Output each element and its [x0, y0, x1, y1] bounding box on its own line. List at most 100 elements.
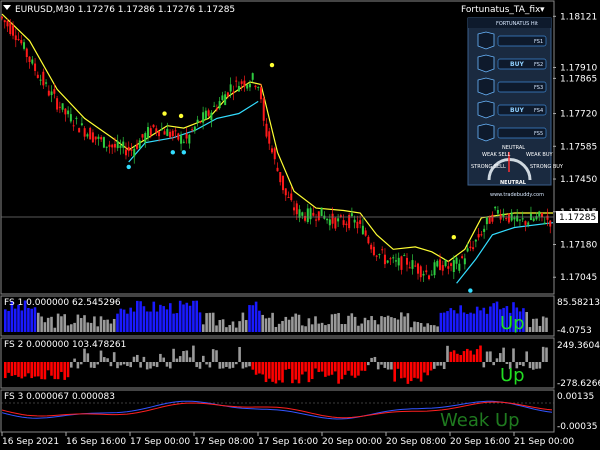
hist-bar: [122, 309, 126, 332]
dashboard-row-icon: [477, 100, 495, 119]
hist-bar: [396, 319, 400, 332]
hist-bar: [535, 318, 538, 332]
hist-bar: [86, 322, 90, 332]
hist-bar: [532, 362, 535, 370]
candle-body: [450, 263, 453, 266]
hist-bar: [13, 362, 17, 376]
hist-bar: [287, 362, 291, 369]
candle-body: [94, 136, 97, 140]
hist-bar: [76, 362, 80, 369]
candle-body: [25, 48, 28, 58]
fs1-ytick-top: 85.582136: [557, 298, 600, 308]
candle-body: [188, 134, 191, 144]
candle-body: [433, 262, 436, 276]
candle-body: [113, 143, 116, 148]
candle-body: [532, 218, 535, 221]
time-tick-label: 20 Sep 08:00: [386, 437, 446, 447]
candle-body: [138, 140, 141, 149]
hist-bar: [83, 315, 86, 332]
candle-body: [315, 219, 318, 221]
candle-body: [174, 130, 177, 132]
hist-bar: [139, 301, 142, 332]
hist-bar: [17, 362, 20, 377]
hist-bar: [149, 362, 152, 369]
hist-bar: [268, 317, 271, 332]
hist-bar: [152, 362, 156, 367]
hist-bar: [60, 362, 63, 372]
candle-body: [477, 234, 480, 238]
candle-body: [367, 236, 370, 244]
hist-bar: [485, 313, 489, 332]
hist-bar: [446, 345, 449, 362]
hist-bar: [182, 351, 185, 362]
candle-body: [45, 82, 48, 84]
candle-body: [411, 260, 414, 269]
hist-bar: [73, 322, 76, 332]
candle-body: [480, 234, 483, 236]
hist-bar: [261, 314, 264, 332]
hist-bar: [165, 362, 169, 367]
hist-bar: [416, 322, 420, 332]
candle-body: [36, 74, 39, 78]
candle-body: [226, 92, 229, 97]
hist-bar: [274, 326, 278, 332]
candle-body: [353, 219, 356, 223]
hist-bar: [172, 313, 175, 332]
candle-body: [422, 273, 425, 276]
candle-body: [295, 203, 298, 215]
hist-bar: [367, 320, 370, 332]
dashboard-row-tf: FS1: [534, 39, 543, 45]
hist-bar: [178, 300, 182, 332]
hist-bar: [367, 362, 370, 366]
hist-bar: [426, 323, 429, 332]
collapse-triangle-icon[interactable]: [3, 5, 11, 10]
settings-glyph[interactable]: ▾: [540, 5, 545, 15]
candle-body: [111, 144, 114, 148]
hist-bar: [466, 313, 469, 332]
hist-bar: [479, 345, 482, 362]
hist-bar: [538, 325, 542, 332]
hist-bar: [244, 362, 248, 368]
fs2-histogram: [4, 345, 548, 384]
signal-dot: [269, 62, 275, 68]
hist-bar: [419, 323, 423, 332]
fs3-signal: Weak Up: [440, 410, 520, 431]
candle-body: [193, 126, 196, 131]
hist-bar: [211, 312, 215, 332]
hist-bar: [363, 317, 367, 332]
dashboard-footer[interactable]: www.tradebuddy.com: [490, 192, 544, 198]
hist-bar: [347, 315, 350, 332]
hist-bar: [198, 362, 202, 369]
hist-bar: [317, 323, 321, 332]
candle-body: [6, 20, 9, 27]
hist-bar: [436, 362, 439, 366]
hist-bar: [37, 362, 40, 377]
candle-body: [439, 259, 442, 270]
chart-canvas[interactable]: EURUSD,M30 1.17276 1.17286 1.17276 1.172…: [0, 0, 600, 450]
hist-bar: [76, 314, 80, 332]
hist-bar: [390, 362, 393, 370]
hist-bar: [258, 362, 261, 374]
hist-bar: [17, 304, 20, 332]
candle-body: [9, 22, 12, 35]
candle-body: [102, 137, 105, 148]
hist-bar: [314, 362, 317, 369]
candle-body: [293, 207, 296, 211]
dashboard-panel[interactable]: FORTUNATUS Hit FS1 BUY FS2 FS3 BUY FS4 FS5 NEU…: [467, 17, 564, 198]
hist-bar: [235, 327, 238, 332]
hist-bar: [155, 311, 159, 332]
hist-bar: [142, 306, 146, 332]
hist-bar: [10, 362, 14, 376]
hist-bar: [284, 362, 288, 370]
gauge-right-top-label: WEAK BUY: [526, 152, 553, 158]
hist-bar: [499, 353, 502, 362]
hist-bar: [79, 318, 83, 332]
candle-body: [23, 42, 26, 49]
hist-bar: [13, 308, 17, 332]
hist-bar: [215, 325, 218, 332]
hist-bar: [324, 362, 327, 377]
hist-bar: [337, 313, 340, 332]
candle-body: [334, 217, 337, 229]
candle-body: [124, 149, 127, 156]
hist-bar: [320, 322, 324, 332]
